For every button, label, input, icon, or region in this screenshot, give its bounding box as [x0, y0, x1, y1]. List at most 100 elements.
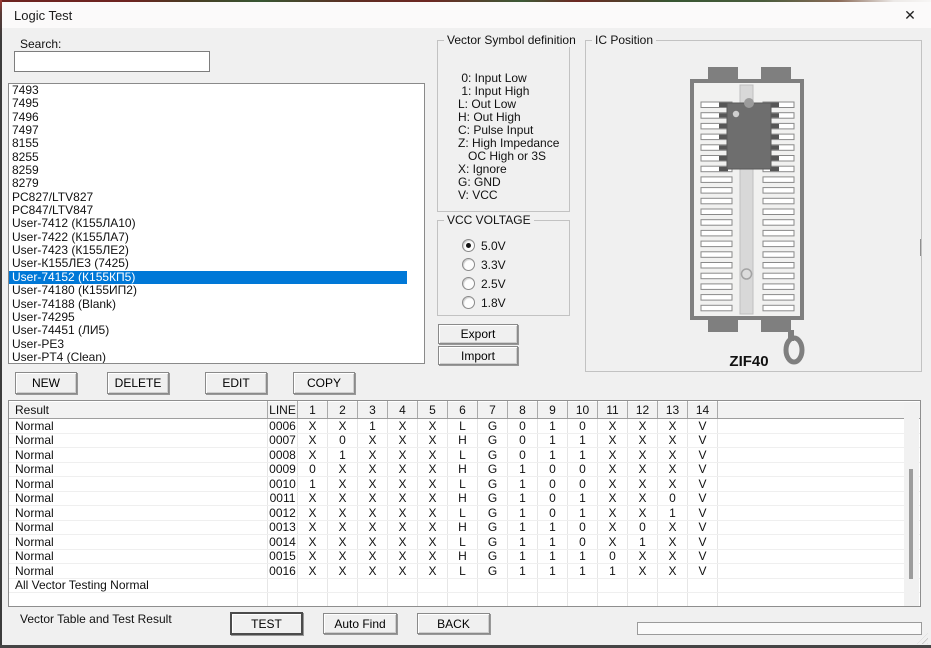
table-scrollbar[interactable] [904, 402, 919, 606]
device-list-item[interactable]: User-74180 (К155ИП2) [9, 283, 407, 297]
column-header: LINE [268, 401, 298, 418]
device-list-item[interactable]: 7493 [9, 84, 407, 97]
radio-label: 1.8V [481, 295, 506, 310]
cell: X [628, 433, 658, 447]
vector-row[interactable]: Normal 0009 0 X X X X H G 1 0 0 X X X V [9, 462, 920, 477]
cell: 1 [658, 506, 688, 520]
cell [298, 578, 328, 592]
device-list-item[interactable]: PC827/LTV827 [9, 190, 407, 204]
cell: L [448, 506, 478, 520]
radio-icon[interactable] [462, 277, 475, 290]
cell: X [358, 549, 388, 563]
empty-row[interactable] [9, 593, 920, 606]
cell: 0 [508, 433, 538, 447]
vector-row[interactable]: Normal 0015 X X X X X H G 1 1 1 0 X X V [9, 549, 920, 564]
cell: H [448, 549, 478, 563]
device-list[interactable]: 7493 7495 7496 7497 8155 8255 8259 8279 PC827/LT… [8, 83, 425, 364]
device-list-item[interactable]: User-74152 (К155КП5) [9, 270, 407, 285]
summary-row[interactable]: All Vector Testing Normal [9, 578, 920, 593]
device-list-item[interactable]: 7496 [9, 110, 407, 124]
device-list-item[interactable]: 8155 [9, 136, 407, 150]
auto-find-button[interactable]: Auto Find [323, 613, 397, 634]
vector-row[interactable]: Normal 0014 X X X X X L G 1 1 0 X 1 X V [9, 535, 920, 550]
radio-icon[interactable] [462, 258, 475, 271]
cell: X [598, 477, 628, 491]
cell: 0016 [268, 564, 298, 578]
device-list-item[interactable]: 8259 [9, 163, 407, 177]
cell [718, 535, 920, 549]
cell: 1 [598, 564, 628, 578]
logic-test-dialog: Logic Test ✕ Search: 7493 7495 7496 7497 815… [0, 0, 931, 648]
cell: Normal [9, 491, 268, 505]
device-list-item[interactable]: User-74295 [9, 310, 407, 324]
device-list-item[interactable]: User-PT4 (Clean) [9, 350, 407, 363]
vector-row[interactable]: Normal 0008 X 1 X X X L G 0 1 1 X X X V [9, 448, 920, 463]
cell: X [598, 520, 628, 534]
table-scrollbar-thumb[interactable] [909, 469, 913, 579]
device-list-item[interactable]: User-74451 (ЛИ5) [9, 323, 407, 337]
device-list-item[interactable]: 8255 [9, 150, 407, 164]
cell: 1 [508, 506, 538, 520]
vector-row[interactable]: Normal 0011 X X X X X H G 1 0 1 X X 0 V [9, 491, 920, 506]
edit-button[interactable]: EDIT [205, 372, 267, 394]
cell: V [688, 477, 718, 491]
cell: X [358, 491, 388, 505]
device-list-item[interactable]: User-7412 (К155ЛА10) [9, 217, 407, 231]
cell: X [658, 462, 688, 476]
vector-row[interactable]: Normal 0012 X X X X X L G 1 0 1 X X 1 V [9, 506, 920, 521]
cell: X [298, 433, 328, 447]
column-header: 9 [538, 401, 568, 418]
radio-selected-icon[interactable] [462, 239, 475, 252]
vcc-voltage-group: VCC VOLTAGE 5.0V 3.3V 2.5V 1.8V [437, 213, 570, 316]
import-button[interactable]: Import [438, 346, 518, 365]
export-button[interactable]: Export [438, 324, 518, 344]
device-list-item[interactable]: 7497 [9, 123, 407, 137]
vector-row[interactable]: Normal 0006 X X 1 X X L G 0 1 0 X X X V [9, 419, 920, 434]
cell: Normal [9, 419, 268, 433]
search-input[interactable] [14, 51, 210, 72]
cell [538, 578, 568, 592]
cell: X [658, 448, 688, 462]
cell: X [388, 549, 418, 563]
cell: L [448, 419, 478, 433]
cell [718, 463, 920, 477]
device-list-item[interactable]: User-7422 (К155ЛА7) [9, 230, 407, 244]
radio-icon[interactable] [462, 296, 475, 309]
cell: X [658, 564, 688, 578]
rail-hole [740, 268, 753, 280]
cell: 1 [508, 535, 538, 549]
chip-notch [744, 98, 754, 108]
cell: V [688, 419, 718, 433]
device-list-item[interactable]: User-7423 (К155ЛЕ2) [9, 243, 407, 257]
device-list-item[interactable]: 8279 [9, 177, 407, 191]
vector-row[interactable]: Normal 0010 1 X X X X L G 1 0 0 X X X V [9, 477, 920, 492]
column-header: 14 [688, 401, 718, 418]
vector-row[interactable]: Normal 0013 X X X X X H G 1 1 0 X 0 X V [9, 520, 920, 535]
close-button[interactable]: ✕ [895, 4, 925, 26]
vcc-option-5.0V[interactable]: 5.0V [462, 236, 506, 255]
device-list-item[interactable]: User-К155ЛЕ3 (7425) [9, 257, 407, 271]
cell: 0013 [268, 520, 298, 534]
copy-button[interactable]: COPY [293, 372, 355, 394]
vector-row[interactable]: Normal 0007 X 0 X X X H G 0 1 1 X X X V [9, 433, 920, 448]
cell: X [598, 462, 628, 476]
vcc-option-3.3V[interactable]: 3.3V [462, 255, 506, 274]
delete-button[interactable]: DELETE [107, 372, 169, 394]
vcc-option-1.8V[interactable]: 1.8V [462, 293, 506, 312]
column-header [718, 401, 920, 418]
device-list-item[interactable]: User-74188 (Blank) [9, 297, 407, 311]
vcc-option-2.5V[interactable]: 2.5V [462, 274, 506, 293]
column-header: 2 [328, 401, 358, 418]
cell [718, 492, 920, 506]
device-list-item[interactable]: 7495 [9, 96, 407, 110]
device-list-item[interactable]: User-PE3 [9, 337, 407, 351]
cell: X [298, 506, 328, 520]
cell: All Vector Testing Normal [9, 578, 268, 592]
vector-row[interactable]: Normal 0016 X X X X X L G 1 1 1 1 X X V [9, 564, 920, 579]
device-list-item[interactable]: PC847/LTV847 [9, 203, 407, 217]
cell: X [598, 535, 628, 549]
back-button[interactable]: BACK [417, 613, 490, 634]
new-button[interactable]: NEW [15, 372, 77, 394]
cell: X [388, 520, 418, 534]
test-button[interactable]: TEST [230, 612, 303, 635]
